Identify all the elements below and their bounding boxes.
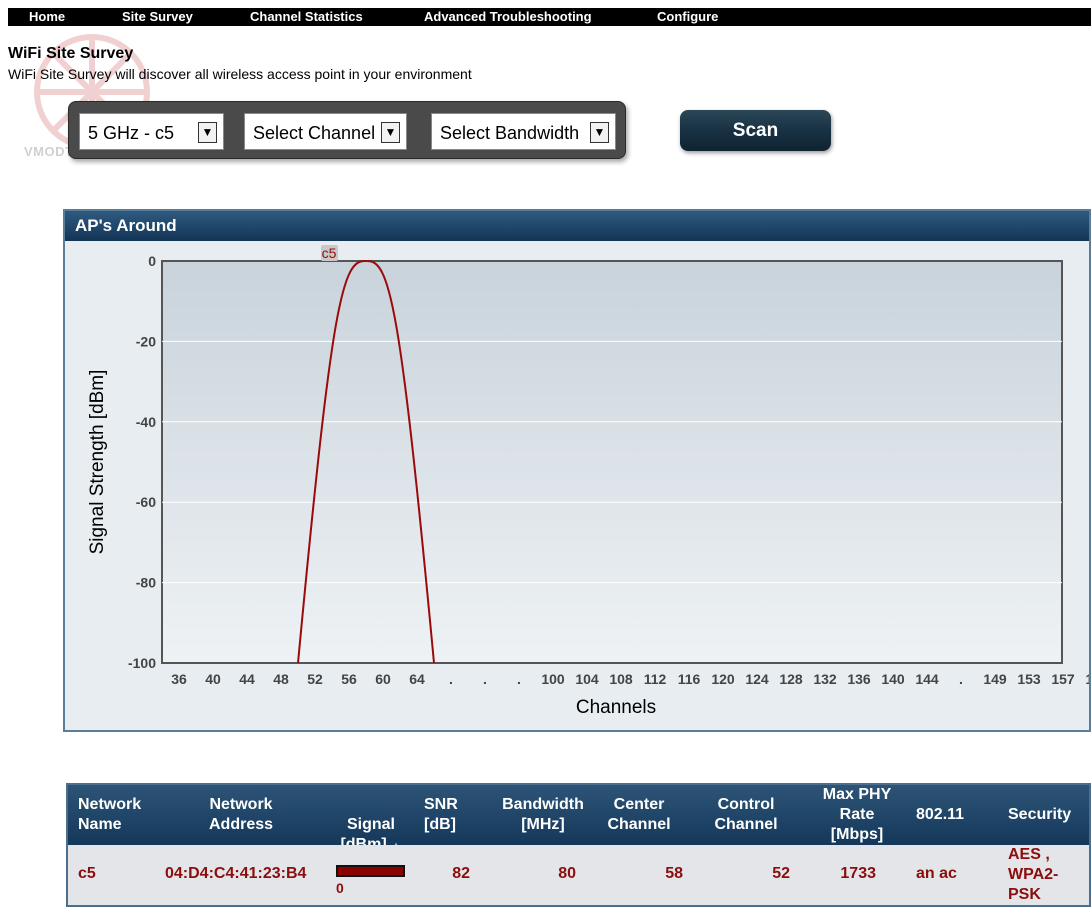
y-tick-label: -40 xyxy=(136,414,156,430)
x-tick-label: . xyxy=(517,671,521,687)
th-control-channel[interactable]: Control Channel xyxy=(711,795,781,835)
cell-bandwidth: 80 xyxy=(558,865,576,882)
x-tick-label: 140 xyxy=(881,671,905,687)
table-header: Network Name Network Address Signal [dBm… xyxy=(68,785,1089,853)
scan-button[interactable]: Scan xyxy=(680,110,831,151)
th-802-11[interactable]: 802.11 xyxy=(916,805,964,825)
y-tick-label: -60 xyxy=(136,494,156,510)
y-tick-label: 0 xyxy=(148,253,156,269)
channel-select[interactable]: Select Channel ▼ xyxy=(244,113,407,150)
chevron-down-icon[interactable]: ▼ xyxy=(590,122,609,143)
th-center-channel[interactable]: Center Channel xyxy=(604,795,674,835)
x-tick-label: 36 xyxy=(171,671,187,687)
y-tick-label: -100 xyxy=(128,655,156,671)
bandwidth-select-value: Select Bandwidth xyxy=(440,123,580,143)
cell-network-address: 04:D4:C4:41:23:B4 xyxy=(165,865,307,882)
aps-around-header: AP's Around xyxy=(65,211,1089,241)
survey-filter-panel: 5 GHz - c5 ▼ Select Channel ▼ Select Ban… xyxy=(68,101,626,159)
aps-around-panel: AP's Around 0 -20 -40 -60 -80 -100 36 40 44 48 52 5… xyxy=(63,209,1091,732)
th-max-phy-rate[interactable]: Max PHY Rate [Mbps] xyxy=(816,785,898,845)
x-tick-label: 124 xyxy=(745,671,769,687)
x-tick-label: 161 xyxy=(1085,671,1089,687)
nav-configure[interactable]: Configure xyxy=(657,9,718,25)
x-tick-label: 153 xyxy=(1017,671,1041,687)
page-description: WiFi Site Survey will discover all wirel… xyxy=(8,66,472,82)
signal-chart-svg: 0 -20 -40 -60 -80 -100 36 40 44 48 52 56 60 64... 100 1… xyxy=(87,245,1089,718)
chevron-down-icon[interactable]: ▼ xyxy=(381,122,400,143)
page-title: WiFi Site Survey xyxy=(8,45,134,62)
x-tick-label: . xyxy=(483,671,487,687)
network-table: Network Name Network Address Signal [dBm… xyxy=(66,783,1091,907)
y-tick-label: -80 xyxy=(136,575,156,591)
cell-network-name: c5 xyxy=(78,865,96,882)
th-bandwidth[interactable]: Bandwidth [MHz] xyxy=(498,795,588,835)
x-tick-label: . xyxy=(959,671,963,687)
cell-signal: 0 xyxy=(336,880,344,896)
x-tick-label: 128 xyxy=(779,671,803,687)
cell-center-channel: 58 xyxy=(665,865,683,882)
x-tick-label: . xyxy=(449,671,453,687)
signal-strength-bar xyxy=(336,865,405,877)
series-label: c5 xyxy=(322,245,337,261)
x-tick-label: 157 xyxy=(1051,671,1075,687)
cell-security: AES , WPA2- PSK xyxy=(1008,846,1059,903)
th-snr[interactable]: SNR [dB] xyxy=(424,795,458,835)
x-tick-label: 132 xyxy=(813,671,837,687)
band-select[interactable]: 5 GHz - c5 ▼ xyxy=(79,113,224,150)
x-tick-label: 112 xyxy=(644,671,667,687)
top-nav-bar: Home Site Survey Channel Statistics Adva… xyxy=(8,8,1091,26)
y-axis-title: Signal Strength [dBm] xyxy=(87,370,108,555)
cell-snr: 82 xyxy=(452,865,470,882)
cell-max-phy-rate: 1733 xyxy=(840,865,876,882)
chevron-down-icon[interactable]: ▼ xyxy=(198,122,217,143)
x-tick-label: 149 xyxy=(983,671,1007,687)
x-axis-title: Channels xyxy=(576,697,656,718)
plot-area xyxy=(161,260,1063,664)
th-network-address[interactable]: Network Address xyxy=(196,795,286,835)
signal-chart: 0 -20 -40 -60 -80 -100 36 40 44 48 52 56 60 64... 100 1… xyxy=(65,241,1089,730)
x-tick-label: 136 xyxy=(847,671,871,687)
x-tick-label: 56 xyxy=(341,671,357,687)
th-network-name[interactable]: Network Name xyxy=(78,795,141,835)
channel-select-value: Select Channel xyxy=(253,123,376,143)
x-tick-label: 60 xyxy=(375,671,391,687)
bandwidth-select[interactable]: Select Bandwidth ▼ xyxy=(431,113,616,150)
x-tick-label: 120 xyxy=(711,671,735,687)
x-tick-label: 100 xyxy=(541,671,565,687)
x-tick-label: 52 xyxy=(307,671,323,687)
x-tick-label: 40 xyxy=(205,671,221,687)
band-select-value: 5 GHz - c5 xyxy=(88,123,175,143)
x-tick-label: 108 xyxy=(609,671,633,687)
x-tick-label: 104 xyxy=(575,671,599,687)
nav-advanced-troubleshooting[interactable]: Advanced Troubleshooting xyxy=(424,9,592,25)
cell-control-channel: 52 xyxy=(772,865,790,882)
nav-channel-statistics[interactable]: Channel Statistics xyxy=(250,9,363,25)
x-tick-label: 144 xyxy=(915,671,939,687)
y-tick-label: -20 xyxy=(136,333,156,349)
th-security[interactable]: Security xyxy=(1008,805,1071,825)
table-row[interactable]: c5 04:D4:C4:41:23:B4 0 82 80 58 52 1733 … xyxy=(68,845,1089,905)
x-tick-label: 64 xyxy=(409,671,425,687)
x-tick-label: 116 xyxy=(678,671,701,687)
cell-802-11-mode: an ac xyxy=(916,865,957,882)
x-tick-label: 44 xyxy=(239,671,255,687)
x-tick-label: 48 xyxy=(273,671,289,687)
